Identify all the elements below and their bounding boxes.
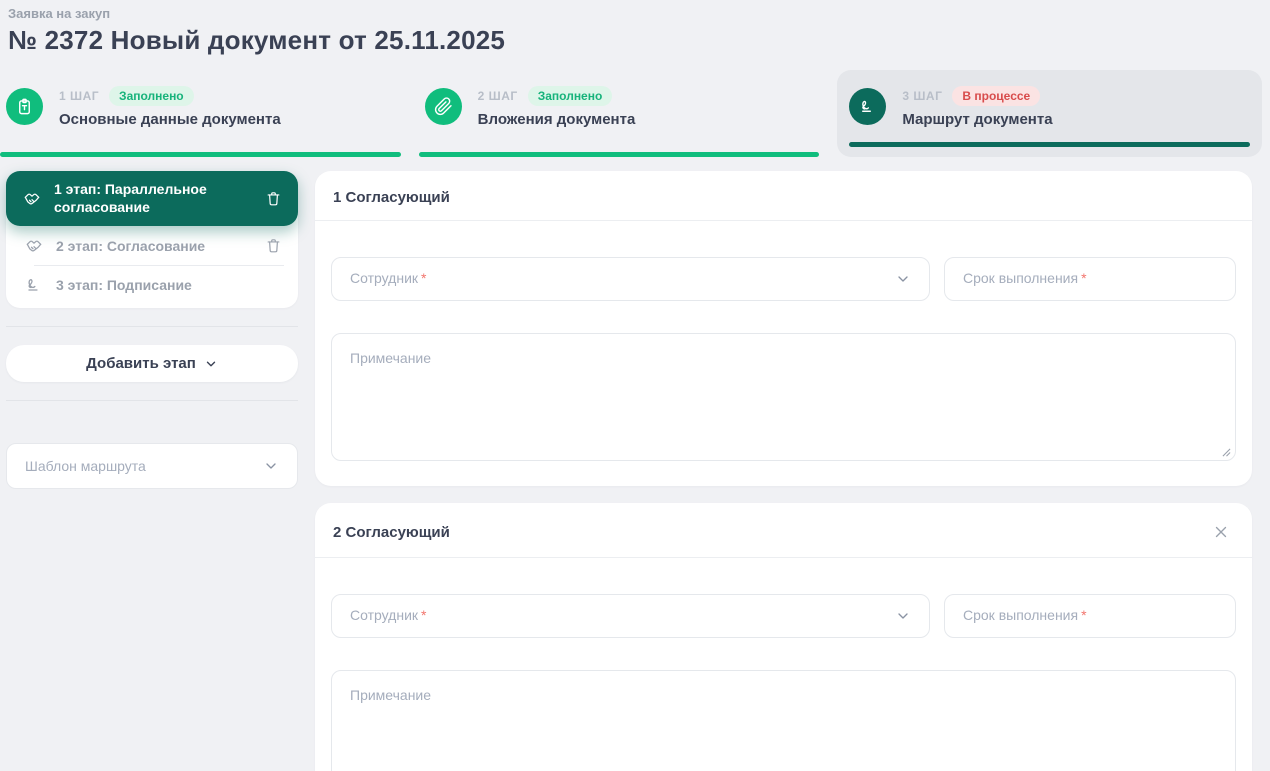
route-sidebar: 1 этап: Параллельное согласование bbox=[6, 171, 298, 489]
route-main: 1 Согласующий Сотрудник* Срок выполн bbox=[315, 171, 1252, 771]
chevron-down-icon bbox=[895, 608, 911, 624]
divider bbox=[6, 326, 298, 327]
breadcrumb: Заявка на закуп bbox=[8, 6, 1260, 21]
due-date-placeholder: Срок выполнения bbox=[963, 270, 1078, 286]
add-stage-label: Добавить этап bbox=[86, 355, 196, 372]
chevron-down-icon bbox=[204, 357, 218, 371]
required-mark: * bbox=[1081, 607, 1086, 623]
step-progress-bar bbox=[0, 152, 401, 157]
sidebar-item-stage-2[interactable]: 2 этап: Согласование bbox=[6, 226, 298, 265]
employee-select[interactable]: Сотрудник* bbox=[331, 257, 930, 301]
card-title: 1 Согласующий bbox=[333, 189, 450, 206]
sidebar-item-stage-3[interactable]: 3 этап: Подписание bbox=[6, 266, 298, 304]
required-mark: * bbox=[421, 607, 426, 623]
step-label: Основные данные документа bbox=[59, 111, 281, 128]
status-badge: Заполнено bbox=[528, 86, 613, 106]
card-title: 2 Согласующий bbox=[333, 524, 450, 541]
resize-handle-icon[interactable] bbox=[1222, 448, 1231, 457]
due-date-field[interactable]: Срок выполнения* bbox=[944, 257, 1236, 301]
due-date-placeholder: Срок выполнения bbox=[963, 607, 1078, 623]
add-stage-button[interactable]: Добавить этап bbox=[6, 345, 298, 382]
handshake-icon bbox=[22, 189, 42, 209]
clipboard-icon bbox=[6, 88, 43, 125]
step-progress-bar bbox=[849, 142, 1250, 147]
status-badge: В процессе bbox=[952, 86, 1040, 106]
sidebar-item-label: 3 этап: Подписание bbox=[56, 277, 284, 293]
note-textarea[interactable] bbox=[331, 333, 1236, 461]
trash-icon[interactable] bbox=[263, 235, 284, 256]
step-label: Маршрут документа bbox=[902, 111, 1052, 128]
step-2-attachments[interactable]: 2 ШАГ Заполнено Вложения документа bbox=[419, 70, 820, 157]
required-mark: * bbox=[1081, 270, 1086, 286]
required-mark: * bbox=[421, 270, 426, 286]
chevron-down-icon bbox=[895, 271, 911, 287]
step-label: Вложения документа bbox=[478, 111, 636, 128]
note-textarea[interactable] bbox=[331, 670, 1236, 771]
signature-icon bbox=[24, 275, 44, 295]
chevron-down-icon bbox=[263, 458, 279, 474]
step-1-main-data[interactable]: 1 ШАГ Заполнено Основные данные документ… bbox=[0, 70, 401, 157]
status-badge: Заполнено bbox=[109, 86, 194, 106]
due-date-field[interactable]: Срок выполнения* bbox=[944, 594, 1236, 638]
stages-list: 1 этап: Параллельное согласование bbox=[6, 171, 298, 308]
handshake-icon bbox=[24, 236, 44, 256]
sidebar-item-label: 1 этап: Параллельное согласование bbox=[54, 181, 251, 216]
approver-card-1: 1 Согласующий Сотрудник* Срок выполн bbox=[315, 171, 1252, 486]
paperclip-icon bbox=[425, 88, 462, 125]
approver-card-2: 2 Согласующий Сотрудник* bbox=[315, 503, 1252, 771]
close-icon[interactable] bbox=[1210, 521, 1232, 543]
page-header: Заявка на закуп № 2372 Новый документ от… bbox=[0, 0, 1270, 56]
step-number: 3 ШАГ bbox=[902, 89, 942, 103]
employee-select[interactable]: Сотрудник* bbox=[331, 594, 930, 638]
step-number: 2 ШАГ bbox=[478, 89, 518, 103]
page-title: № 2372 Новый документ от 25.11.2025 bbox=[8, 25, 1260, 56]
route-template-select[interactable]: Шаблон маршрута bbox=[6, 443, 298, 489]
signature-icon bbox=[849, 88, 886, 125]
employee-placeholder: Сотрудник bbox=[350, 607, 418, 623]
employee-placeholder: Сотрудник bbox=[350, 270, 418, 286]
trash-icon[interactable] bbox=[263, 188, 284, 209]
steps-bar: 1 ШАГ Заполнено Основные данные документ… bbox=[0, 70, 1270, 157]
divider bbox=[6, 400, 298, 401]
step-progress-bar bbox=[419, 152, 820, 157]
step-number: 1 ШАГ bbox=[59, 89, 99, 103]
route-template-placeholder: Шаблон маршрута bbox=[25, 458, 146, 474]
sidebar-item-label: 2 этап: Согласование bbox=[56, 238, 251, 254]
step-3-route[interactable]: 3 ШАГ В процессе Маршрут документа bbox=[837, 70, 1262, 157]
sidebar-item-stage-1[interactable]: 1 этап: Параллельное согласование bbox=[6, 171, 298, 226]
